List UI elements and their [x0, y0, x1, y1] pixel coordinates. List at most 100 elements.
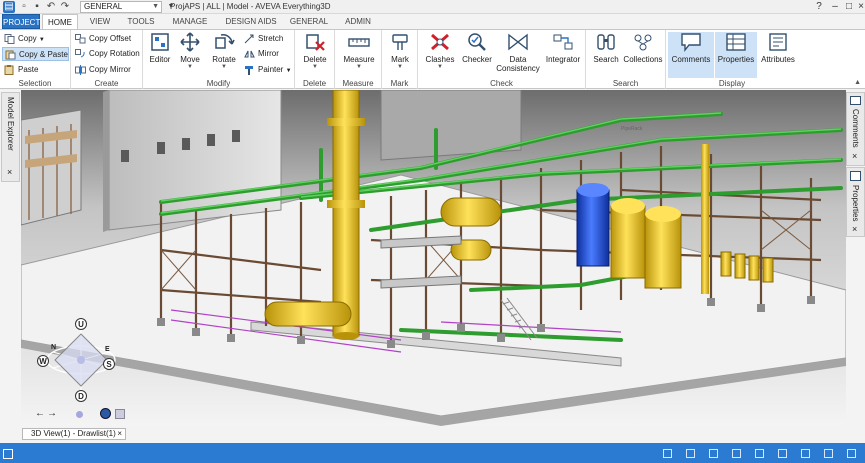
- status-icon-d[interactable]: [732, 449, 741, 458]
- search-label: Search: [593, 55, 619, 64]
- tab-general[interactable]: GENERAL: [287, 14, 331, 29]
- copy-rotation-label: Copy Rotation: [89, 49, 140, 58]
- navigation-cube[interactable]: U D W S N E: [31, 314, 131, 404]
- arrow-right-icon[interactable]: →: [47, 408, 57, 419]
- comments-dock[interactable]: Comments ×: [846, 92, 865, 166]
- paste-button[interactable]: Paste: [2, 63, 38, 77]
- comments-button[interactable]: Comments: [668, 32, 714, 78]
- checker-button[interactable]: Checker: [460, 32, 494, 64]
- search-button[interactable]: Search: [590, 32, 622, 64]
- tab-tools[interactable]: TOOLS: [122, 14, 160, 29]
- tab-home[interactable]: HOME: [42, 14, 78, 30]
- viewcube-up[interactable]: U: [75, 318, 87, 330]
- viewcube-west[interactable]: W: [37, 355, 49, 367]
- viewcube-south[interactable]: S: [103, 358, 115, 370]
- new-file-icon[interactable]: ▫: [18, 1, 30, 13]
- status-icon-g[interactable]: [801, 449, 810, 458]
- copy-paste-button[interactable]: Copy & Paste: [2, 47, 69, 61]
- viewcube-east[interactable]: E: [105, 346, 110, 353]
- close-icon[interactable]: ×: [852, 224, 857, 234]
- integrator-button[interactable]: Integrator: [543, 32, 583, 64]
- cube-icon[interactable]: [115, 409, 125, 419]
- orbit-icon[interactable]: [76, 411, 83, 418]
- status-icon-a[interactable]: [663, 449, 672, 458]
- group-check: Clashes ▼ Checker Data Consistency Integ…: [418, 30, 586, 89]
- data-consistency-button[interactable]: Data Consistency: [496, 32, 540, 73]
- tab-view[interactable]: VIEW: [84, 14, 116, 29]
- stretch-button[interactable]: Stretch: [242, 32, 283, 46]
- tab-admin[interactable]: ADMIN: [339, 14, 377, 29]
- attributes-button[interactable]: Attributes: [759, 32, 797, 64]
- data-consistency-label-2: Consistency: [496, 64, 540, 73]
- properties-button[interactable]: Properties: [715, 32, 757, 78]
- integrator-icon: [553, 34, 573, 50]
- move-button[interactable]: Move ▼: [176, 32, 204, 70]
- group-delete: Delete ▼ Delete: [295, 30, 335, 89]
- rotate-button[interactable]: Rotate ▼: [209, 32, 239, 70]
- tab-design-aids[interactable]: DESIGN AIDS: [222, 14, 280, 29]
- plant-model-render[interactable]: PipeRack: [21, 90, 846, 426]
- copy-paste-label: Copy & Paste: [19, 50, 68, 59]
- copy-rotation-button[interactable]: Copy Rotation: [73, 47, 140, 61]
- status-icon-b[interactable]: [686, 449, 695, 458]
- redo-icon[interactable]: ↷: [59, 1, 71, 13]
- tab-3d-view[interactable]: 3D View(1) - Drawlist(1) ×: [22, 428, 126, 440]
- mirror-button[interactable]: Mirror: [242, 47, 279, 61]
- marker-icon: [392, 34, 408, 50]
- undo-icon[interactable]: ↶: [45, 1, 57, 13]
- mode-combo[interactable]: GENERAL ▼: [80, 1, 162, 13]
- copy-offset-button[interactable]: Copy Offset: [73, 32, 131, 46]
- model-explorer-tab[interactable]: Model Explorer: [6, 97, 15, 151]
- close-icon[interactable]: ×: [117, 429, 122, 439]
- close-button[interactable]: ×: [853, 0, 865, 14]
- painter-label: Painter: [258, 65, 284, 74]
- close-icon[interactable]: ×: [852, 151, 857, 161]
- mark-label: Mark: [391, 55, 409, 64]
- app-menu-icon[interactable]: ▤: [3, 1, 15, 13]
- mode-combo-value: GENERAL: [84, 2, 123, 11]
- help-button[interactable]: ?: [811, 0, 827, 14]
- collapse-ribbon-icon[interactable]: ▲: [854, 79, 861, 86]
- properties-tab[interactable]: Properties: [851, 185, 860, 221]
- tab-project[interactable]: PROJECT: [2, 14, 40, 29]
- group-label-search: Search: [612, 79, 639, 88]
- status-icon-e[interactable]: [755, 449, 764, 458]
- save-icon[interactable]: ▪: [31, 1, 43, 13]
- clashes-button[interactable]: Clashes ▼: [422, 32, 458, 70]
- status-icon-f[interactable]: [778, 449, 787, 458]
- status-icon-c[interactable]: [709, 449, 718, 458]
- group-display: Comments Properties Attributes Display: [666, 30, 798, 89]
- delete-button[interactable]: Delete ▼: [300, 32, 330, 70]
- stretch-label: Stretch: [258, 34, 284, 43]
- tab-manage[interactable]: MANAGE: [166, 14, 214, 29]
- mark-button[interactable]: Mark ▼: [386, 32, 414, 70]
- comments-tab[interactable]: Comments: [851, 109, 860, 148]
- globe-icon[interactable]: [100, 408, 111, 419]
- properties-dock[interactable]: Properties ×: [846, 167, 865, 237]
- arrow-left-icon[interactable]: ←: [35, 408, 45, 419]
- window-title: ProjAPS | ALL | Model - AVEVA Everything…: [170, 2, 331, 11]
- copy-label: Copy: [18, 34, 37, 43]
- paste-label: Paste: [18, 65, 39, 74]
- status-toggle-icon[interactable]: [3, 449, 13, 459]
- copy-mirror-label: Copy Mirror: [89, 65, 131, 74]
- close-icon[interactable]: ×: [7, 167, 12, 177]
- model-explorer-dock[interactable]: Model Explorer ×: [1, 92, 20, 182]
- status-icon-i[interactable]: [847, 449, 856, 458]
- copy-button[interactable]: Copy ▼: [2, 32, 45, 46]
- attributes-icon: [769, 33, 787, 51]
- copy-mirror-button[interactable]: Copy Mirror: [73, 63, 131, 77]
- chevron-down-icon: ▼: [312, 64, 318, 70]
- collections-button[interactable]: Collections: [623, 32, 663, 64]
- rotate-icon: [215, 33, 235, 49]
- measure-button[interactable]: Measure ▼: [339, 32, 379, 70]
- comment-bubble-icon: [681, 33, 701, 52]
- chevron-down-icon: ▼: [356, 64, 362, 70]
- status-icon-h[interactable]: [824, 449, 833, 458]
- 3d-viewport[interactable]: PipeRack U D W S N E ← →: [21, 90, 846, 426]
- viewcube-down[interactable]: D: [75, 390, 87, 402]
- chevron-down-icon: ▼: [38, 37, 45, 43]
- editor-button[interactable]: Editor: [146, 32, 174, 64]
- viewcube-north[interactable]: N: [51, 344, 56, 351]
- painter-button[interactable]: Painter ▼: [242, 63, 292, 77]
